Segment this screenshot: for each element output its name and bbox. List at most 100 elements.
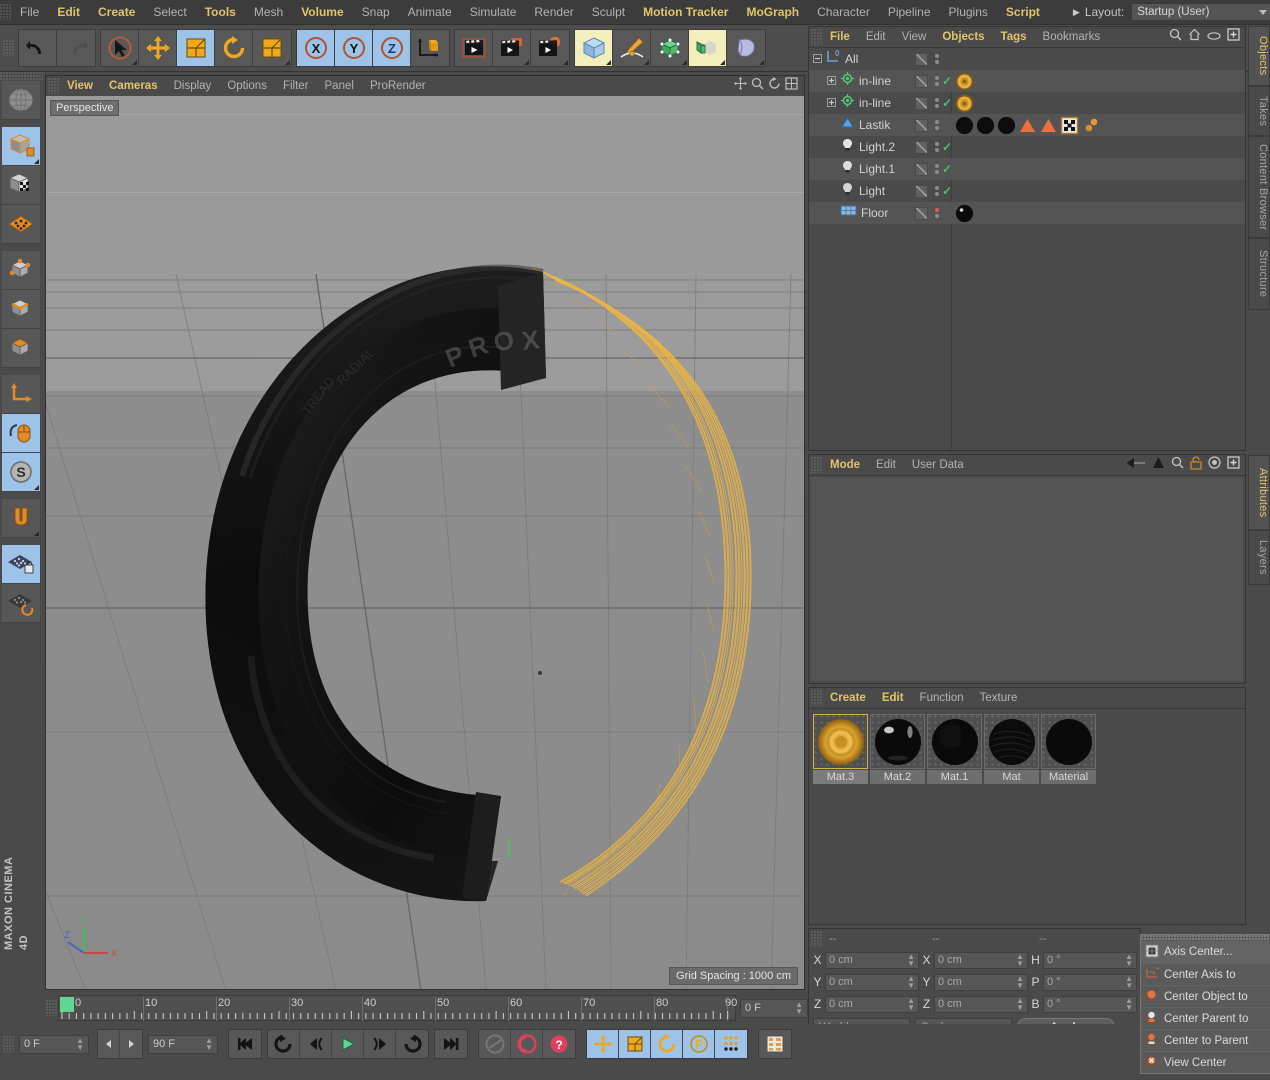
visibility-dots[interactable] xyxy=(935,54,939,64)
make-editable-button[interactable] xyxy=(2,127,40,166)
up-arrow-icon[interactable] xyxy=(1152,456,1165,474)
rotate-tool-button[interactable] xyxy=(215,30,253,66)
phong-tag[interactable] xyxy=(1081,116,1100,135)
back-arrow-icon[interactable] xyxy=(1126,456,1146,474)
transform-tool-button[interactable] xyxy=(253,30,291,66)
menu-sculpt[interactable]: Sculpt xyxy=(583,0,634,25)
material-item-material[interactable]: Material xyxy=(1041,714,1096,784)
menu-snap[interactable]: Snap xyxy=(353,0,399,25)
deformer-button[interactable] xyxy=(727,30,765,66)
visibility-dots[interactable] xyxy=(935,76,939,86)
world-coordinates-button[interactable] xyxy=(2,375,40,414)
viewport-menu-filter[interactable]: Filter xyxy=(275,76,317,96)
matmgr-menu-create[interactable]: Create xyxy=(822,688,874,709)
enabled-check-icon[interactable]: ✓ xyxy=(942,162,952,176)
tree-expand-icon[interactable] xyxy=(827,94,836,112)
material-tag-gold[interactable] xyxy=(955,72,974,91)
rotate-view-icon[interactable] xyxy=(768,77,781,95)
tool-options-corner[interactable] xyxy=(606,60,611,65)
coord-input-size-y[interactable]: 0 cm ▲ ▼ xyxy=(934,973,1028,991)
viewport-menu-panel[interactable]: Panel xyxy=(317,76,362,96)
tool-options-corner[interactable] xyxy=(644,60,649,65)
axis-y-button[interactable]: Y xyxy=(335,30,373,66)
expand-icon[interactable] xyxy=(1227,456,1240,474)
menu-tools[interactable]: Tools xyxy=(196,0,245,25)
tool-options-corner[interactable] xyxy=(524,60,529,65)
material-grid[interactable]: Mat.3 Mat.2 Mat.1 Mat Material xyxy=(813,714,1096,784)
record-scale-button[interactable] xyxy=(619,1030,651,1058)
stepper-icon[interactable]: ▲ ▼ xyxy=(76,1037,84,1052)
render-view-button[interactable] xyxy=(455,30,493,66)
viewport-menu-prorender[interactable]: ProRender xyxy=(362,76,434,96)
visibility-dots[interactable] xyxy=(935,142,939,152)
material-tag-black-2[interactable] xyxy=(976,116,995,135)
coord-input-size-x[interactable]: 0 cm ▲ ▼ xyxy=(934,951,1028,969)
pan-icon[interactable] xyxy=(734,77,747,95)
coord-input-pos-z[interactable]: 0 cm ▲ ▼ xyxy=(825,995,919,1013)
object-row-lastik[interactable]: Lastik xyxy=(809,114,1245,136)
object-row-light[interactable]: Light ✓ xyxy=(809,180,1245,202)
previous-frame-button[interactable] xyxy=(98,1030,120,1058)
coordinate-manager-gripper[interactable] xyxy=(811,931,822,947)
record-rotation-button[interactable] xyxy=(651,1030,683,1058)
play-loop-button[interactable] xyxy=(396,1030,428,1058)
axis-x-button[interactable]: X xyxy=(297,30,335,66)
coord-input-rot-p[interactable]: 0 ° ▲ ▼ xyxy=(1043,973,1137,991)
viewport-3d-scene[interactable]: P R O X TREAD RADIAL Y X Z Grid Spacing … xyxy=(46,96,804,989)
matmgr-menu-edit[interactable]: Edit xyxy=(874,688,912,709)
scale-tool-button[interactable] xyxy=(177,30,215,66)
generator-button[interactable] xyxy=(651,30,689,66)
material-thumbnail-flat-black[interactable] xyxy=(1041,714,1096,769)
visibility-dots[interactable] xyxy=(935,98,939,108)
coord-input-pos-x[interactable]: 0 cm ▲ ▼ xyxy=(825,951,919,969)
layer-color-swatch[interactable] xyxy=(915,118,928,132)
layer-color-swatch[interactable] xyxy=(915,140,928,154)
object-visibility-controls[interactable] xyxy=(915,114,939,136)
play-button[interactable] xyxy=(332,1030,364,1058)
soft-selection-button[interactable]: S xyxy=(2,453,40,492)
menu-item-axis-center[interactable]: Axis Center... xyxy=(1141,941,1270,963)
objmgr-menu-file[interactable]: File xyxy=(822,27,858,48)
search-icon[interactable] xyxy=(1171,456,1184,474)
stepper-icon[interactable]: ▲ ▼ xyxy=(1125,975,1133,990)
stepper-icon[interactable]: ▲ ▼ xyxy=(907,975,915,990)
layer-color-swatch[interactable] xyxy=(915,206,928,220)
lock-icon[interactable] xyxy=(1190,455,1202,475)
viewport-menu-view[interactable]: View xyxy=(59,76,101,96)
menu-pipeline[interactable]: Pipeline xyxy=(879,0,940,25)
move-tool-button[interactable] xyxy=(139,30,177,66)
menu-item-center-axis-to[interactable]: Center Axis to xyxy=(1141,963,1270,985)
enabled-check-icon[interactable]: ✓ xyxy=(942,96,952,110)
stepper-icon[interactable]: ▲ ▼ xyxy=(205,1037,213,1052)
material-thumbnail-gold[interactable] xyxy=(813,714,868,769)
zoom-icon[interactable] xyxy=(751,77,764,95)
layer-color-swatch[interactable] xyxy=(915,52,928,66)
enabled-check-icon[interactable]: ✓ xyxy=(942,74,952,88)
toolbar-gripper[interactable] xyxy=(3,40,14,56)
attribute-manager-body[interactable] xyxy=(811,477,1243,681)
viewport-solo-button[interactable] xyxy=(2,205,40,244)
left-toolbar-gripper[interactable] xyxy=(0,72,43,81)
layer-color-swatch[interactable] xyxy=(915,162,928,176)
tool-options-corner[interactable] xyxy=(720,60,725,65)
goto-end-button[interactable] xyxy=(435,1030,467,1058)
object-row-floor[interactable]: Floor xyxy=(809,202,1245,224)
object-visibility-controls[interactable] xyxy=(915,202,939,224)
material-thumbnail-glossy-black[interactable] xyxy=(870,714,925,769)
object-visibility-controls[interactable] xyxy=(915,48,939,70)
stepper-icon[interactable]: ▲ ▼ xyxy=(907,953,915,968)
tab-objects[interactable]: Objects xyxy=(1248,26,1270,86)
timeline-playhead[interactable] xyxy=(60,997,74,1012)
record-pla-button[interactable] xyxy=(715,1030,747,1058)
render-settings-button[interactable] xyxy=(531,30,569,66)
menu-item-center-parent-to[interactable]: Center Parent to xyxy=(1141,1007,1270,1029)
redo-button[interactable] xyxy=(57,30,95,66)
viewport[interactable]: View Cameras Display Options Filter Pane… xyxy=(45,75,805,990)
object-tags[interactable] xyxy=(955,70,974,92)
tab-content-browser[interactable]: Content Browser xyxy=(1248,136,1270,238)
polygon-mode-button[interactable] xyxy=(2,329,40,368)
objmgr-menu-tags[interactable]: Tags xyxy=(993,27,1035,48)
timeline-track[interactable]: 0 10 20 30 40 50 60 70 80 90 xyxy=(58,995,737,1021)
timeline-gripper[interactable] xyxy=(46,1000,57,1016)
workplane-lock-button[interactable] xyxy=(2,545,40,584)
